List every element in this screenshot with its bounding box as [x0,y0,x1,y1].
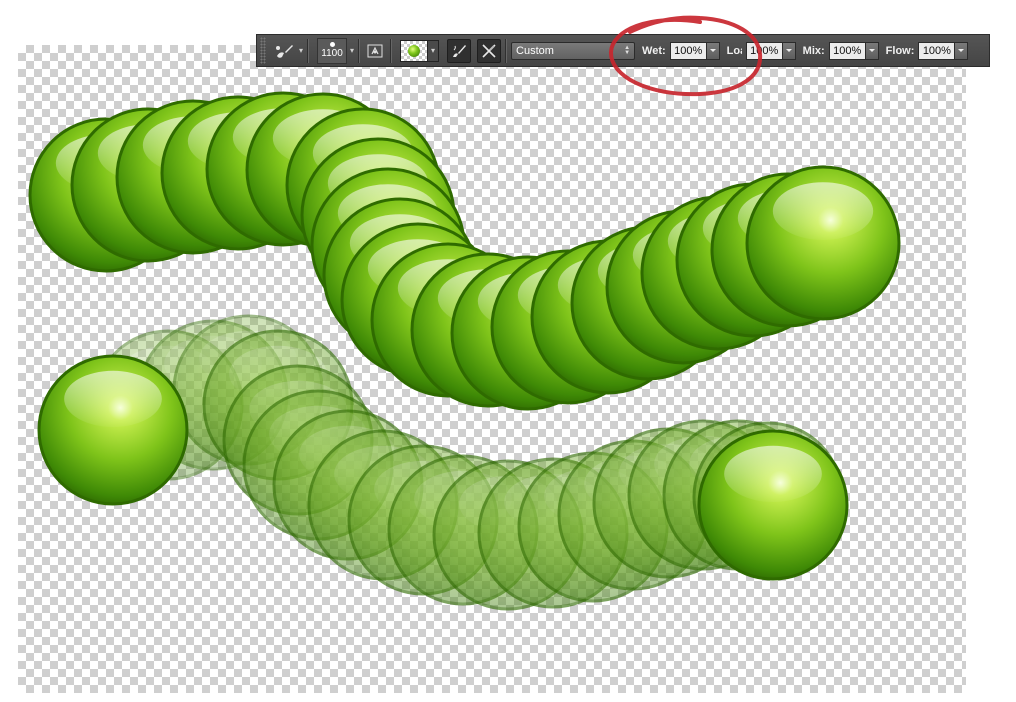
glossy-ball-dab [37,354,189,506]
separator [307,38,310,63]
load-label-clip: Load: [727,45,742,57]
document-canvas[interactable] [18,45,966,693]
paint-strokes [28,91,901,611]
toggle-brush-panel-button[interactable] [364,40,386,62]
clean-brush-icon [482,43,496,58]
flow-input[interactable]: 100% [918,41,956,60]
tool-preset-picker[interactable]: ▾ [274,42,303,60]
separator [358,38,361,63]
chevron-down-icon[interactable]: ▾ [428,39,440,62]
glossy-ball-dab [745,165,901,321]
separator [505,38,508,63]
wet-input[interactable]: 100% [669,41,707,60]
load-input[interactable]: 100% [745,41,783,60]
glossy-ball-dab [697,429,849,581]
brush-preset-picker[interactable]: 1100 [317,37,348,64]
brush-tip-icon [329,42,335,47]
separator [390,38,393,63]
brush-size-value: 1100 [321,48,343,59]
wet-label: Wet: [642,44,666,57]
load-label: Load: [726,44,742,57]
wet-dropdown-button[interactable] [706,41,720,60]
mixer-combo-select[interactable]: Custom ▲ ▼ [511,41,636,60]
load-dropdown-button[interactable] [782,41,796,60]
brush-panel-icon [367,44,383,57]
clean-brush-after-stroke-button[interactable] [477,38,502,63]
mix-dropdown-button[interactable] [865,41,879,60]
options-bar: ▾ 1100 ▾ ▾ Custom ▲ ▼ Wet: 100% Lo 100% … [256,34,990,67]
current-brush-load-swatch [400,39,429,62]
updown-arrows-icon: ▲ ▼ [624,44,631,56]
mixer-brush-tool-icon [276,44,293,58]
options-bar-grip[interactable] [260,37,266,64]
green-ball-icon [408,44,421,57]
mix-label: Mix: [802,44,825,57]
flow-dropdown-button[interactable] [955,41,969,60]
load-brush-icon [453,44,467,57]
flow-label: Flow: [885,44,915,57]
load-brush-after-stroke-button[interactable] [447,38,472,63]
current-brush-load[interactable]: ▾ [400,39,440,62]
chevron-down-icon[interactable]: ▾ [350,46,354,55]
mixer-combo-value: Custom [516,44,554,57]
mix-input[interactable]: 100% [828,41,866,60]
